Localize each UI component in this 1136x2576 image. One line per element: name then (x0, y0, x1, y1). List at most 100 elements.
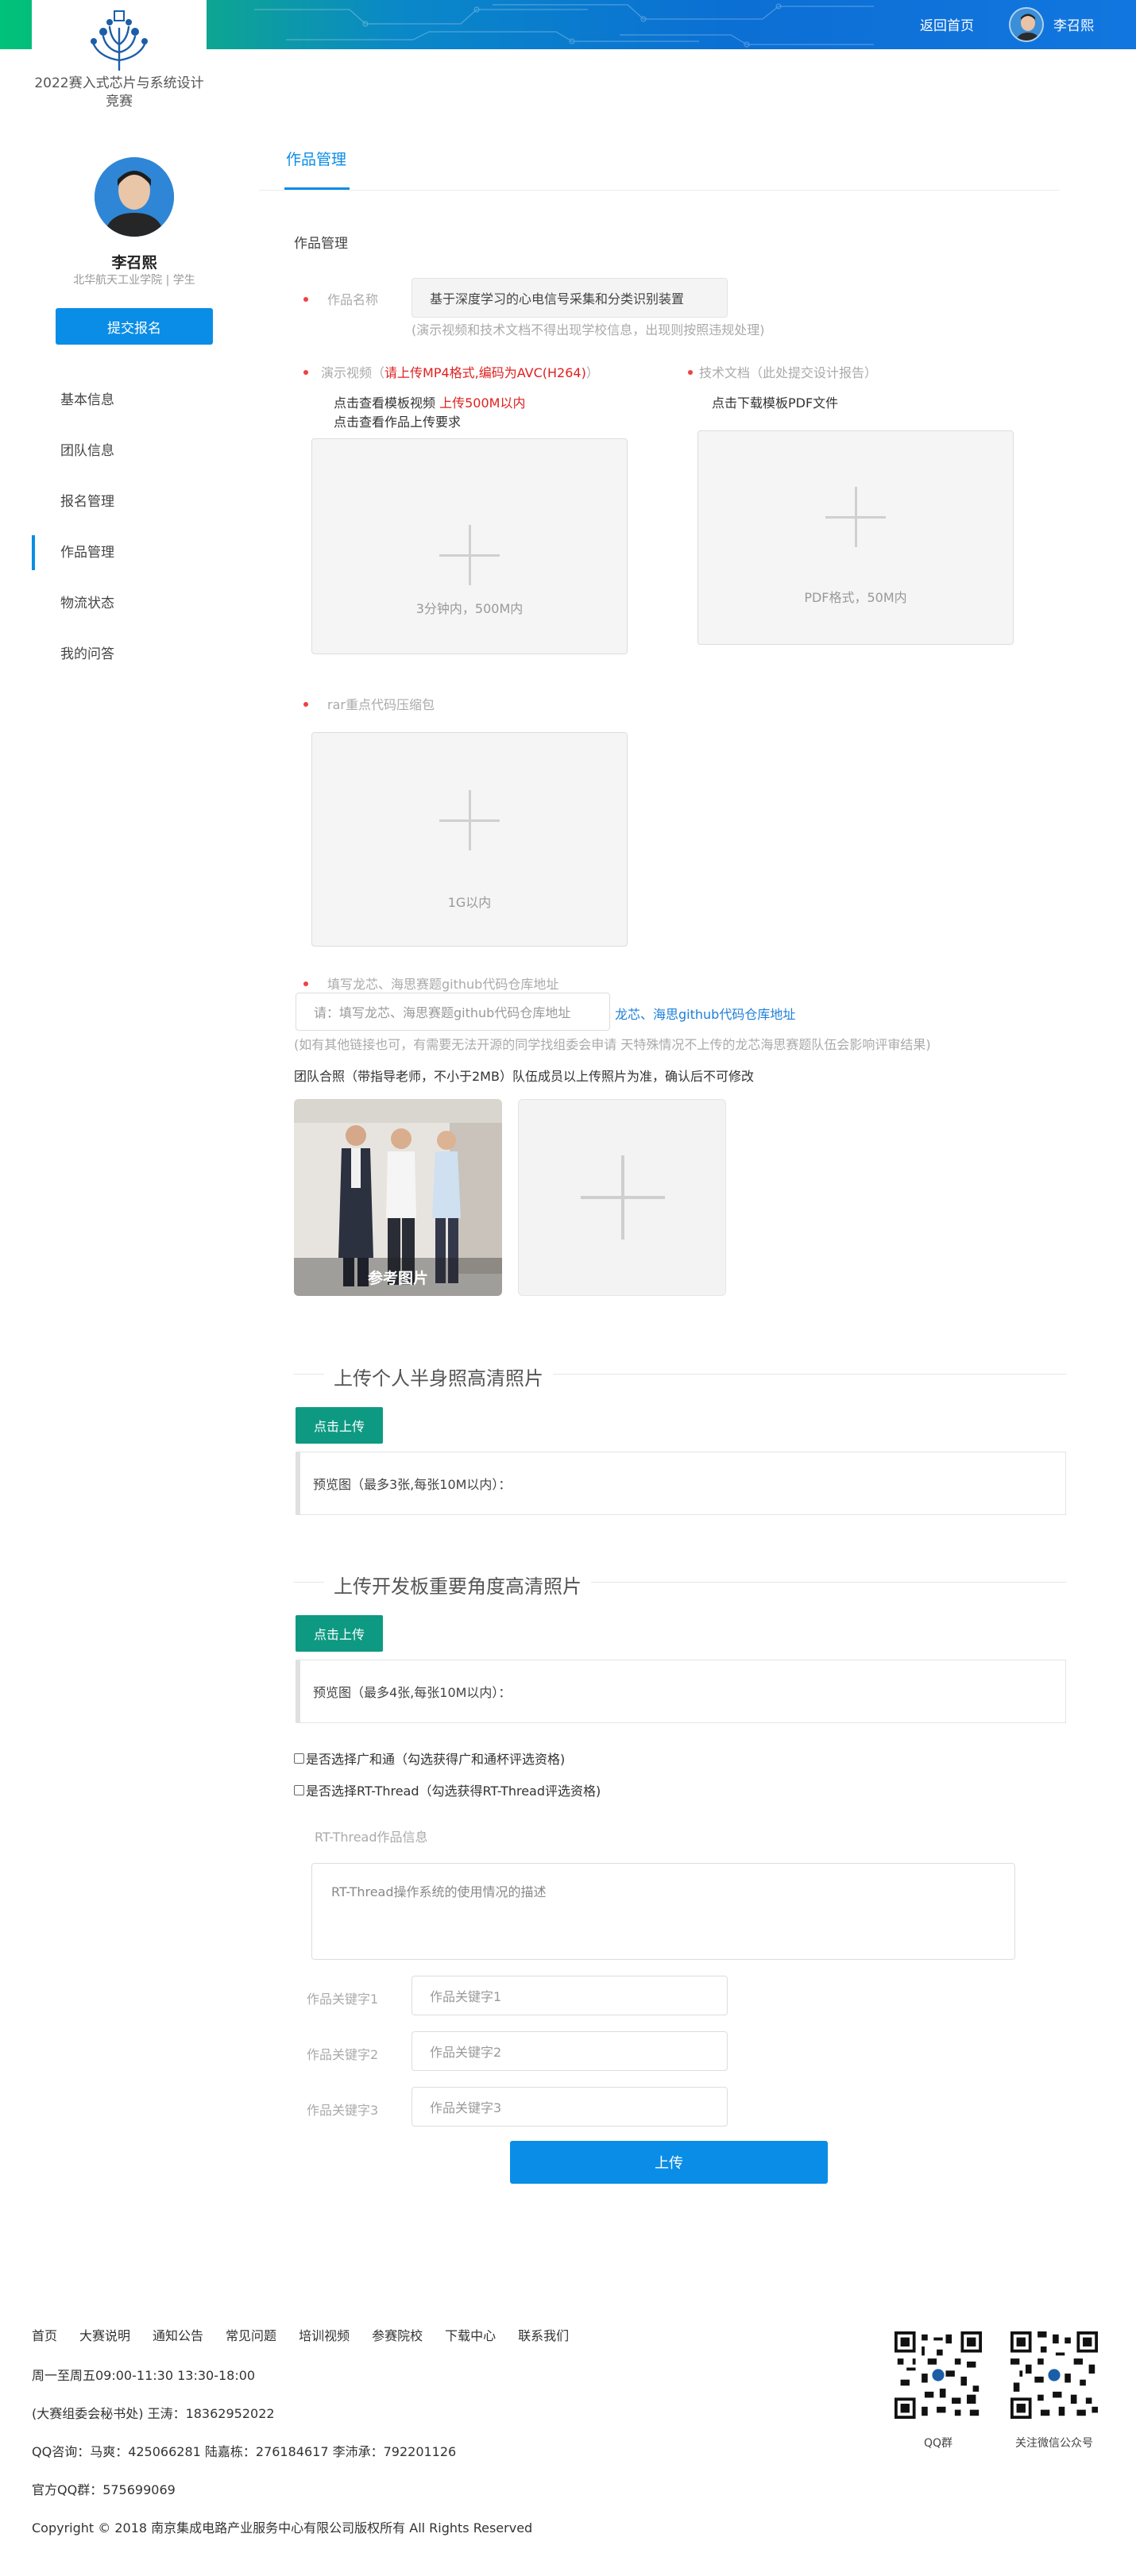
avatar-icon (1010, 9, 1042, 40)
footer-link-home[interactable]: 首页 (32, 2325, 57, 2344)
submit-registration-button[interactable]: 提交报名 (56, 308, 213, 345)
rt-thread-checkbox[interactable] (294, 1784, 304, 1795)
sidebar-item-label: 作品管理 (60, 545, 114, 561)
section-title: 作品管理 (294, 236, 348, 252)
competition-logo[interactable]: 2022赛入式芯片与系统设计竞赛 (32, 0, 207, 119)
doc-upload-box[interactable]: PDF格式，50M内 (697, 430, 1014, 645)
sidebar-item-my-qa[interactable]: 我的问答 (32, 637, 238, 688)
half-body-title: 上传个人半身照高清照片 (324, 1363, 553, 1390)
plus-icon (581, 1155, 665, 1240)
user-photo-icon (95, 157, 174, 237)
video-format-requirement: 请上传MP4格式,编码为AVC(H264) (384, 365, 586, 380)
footer-hours: 周一至周五09:00-11:30 13:30-18:00 (32, 2368, 256, 2383)
fibocom-checkbox-label: 是否选择广和通（勾选获得广和通杯评选资格) (306, 1752, 566, 1767)
header-user-name[interactable]: 李召熙 (1053, 14, 1094, 34)
fibocom-checkbox[interactable] (294, 1753, 304, 1764)
required-marker (688, 370, 693, 375)
keyword-1-input[interactable]: 作品关键字1 (412, 1976, 728, 2015)
sidebar-item-label: 团队信息 (60, 443, 114, 459)
github-label: 填写龙芯、海思赛题github代码仓库地址 (327, 977, 559, 992)
tab-works[interactable]: 作品管理 (286, 148, 346, 169)
circuit-decoration (254, 3, 874, 48)
sidebar-item-registration[interactable]: 报名管理 (32, 484, 238, 535)
footer-link-contact[interactable]: 联系我们 (518, 2325, 569, 2344)
plus-icon (825, 487, 886, 547)
view-template-video-link[interactable]: 点击查看模板视频 (334, 395, 439, 411)
footer-link-training[interactable]: 培训视频 (299, 2325, 350, 2344)
upload-half-body-button[interactable]: 点击上传 (296, 1407, 383, 1444)
footer-qq-group: 官方QQ群：575699069 (32, 2482, 176, 2497)
plus-icon (439, 790, 500, 850)
home-link[interactable]: 返回首页 (920, 14, 974, 34)
sidebar-item-label: 物流状态 (60, 596, 114, 611)
wechat-qr-caption: 关注微信公众号 (1015, 2437, 1093, 2450)
half-body-preview: 预览图（最多3张,每张10M以内）： (296, 1452, 1066, 1515)
header-avatar[interactable] (1009, 7, 1044, 42)
reference-photo[interactable]: 参考图片 (294, 1099, 502, 1296)
rt-thread-checkbox-label: 是否选择RT-Thread（勾选获得RT-Thread评选资格) (306, 1784, 601, 1799)
footer-link-about[interactable]: 大赛说明 (79, 2325, 130, 2344)
team-photo-upload-box[interactable] (518, 1099, 726, 1296)
footer-qq-consult: QQ咨询：马爽：425066281 陆嘉栋：276184617 李沛承：7922… (32, 2444, 457, 2459)
board-preview: 预览图（最多4张,每张10M以内）： (296, 1660, 1066, 1723)
rt-thread-description-textarea[interactable]: RT-Thread操作系统的使用情况的描述 (311, 1863, 1015, 1960)
fibocom-checkbox-row[interactable]: 是否选择广和通（勾选获得广和通杯评选资格) (294, 1749, 565, 1768)
work-name-hint: (演示视频和技术文档不得出现学校信息，出现则按照违规处理) (412, 322, 765, 337)
github-url-input[interactable]: 请：填写龙芯、海思赛题github代码仓库地址 (296, 993, 610, 1031)
view-upload-requirements-link[interactable]: 点击查看作品上传要求 (334, 411, 461, 430)
github-repo-link[interactable]: 龙芯、海思github代码仓库地址 (615, 1004, 795, 1023)
board-section-heading: 上传开发板重要角度高清照片 (294, 1566, 1066, 1598)
profile-school: 北华航天工业学院 | 学生 (73, 274, 195, 287)
team-photo-label: 团队合照（带指导老师，不小于2MB）队伍成员以上传照片为准，确认后不可修改 (294, 1069, 754, 1084)
rar-upload-caption: 1G以内 (447, 895, 492, 910)
sidebar-item-logistics[interactable]: 物流状态 (32, 586, 238, 637)
keyword-1-label: 作品关键字1 (307, 1992, 379, 2007)
footer-link-notices[interactable]: 通知公告 (153, 2325, 203, 2344)
doc-label: 技术文档（此处提交设计报告） (699, 365, 878, 380)
tab-divider (259, 190, 1060, 191)
video-upload-box[interactable]: 3分钟内，500M内 (311, 438, 628, 654)
sidebar-item-team-info[interactable]: 团队信息 (32, 434, 238, 484)
video-size-limit: 上传500M以内 (439, 395, 526, 411)
required-marker (303, 981, 308, 986)
upload-board-button[interactable]: 点击上传 (296, 1615, 383, 1652)
plus-icon (439, 525, 500, 585)
keyword-2-label: 作品关键字2 (307, 2047, 379, 2062)
half-body-section-heading: 上传个人半身照高清照片 (294, 1358, 1066, 1390)
footer-nav: 首页 大赛说明 通知公告 常见问题 培训视频 参赛院校 下载中心 联系我们 (32, 2325, 591, 2344)
keyword-2-input[interactable]: 作品关键字2 (412, 2031, 728, 2071)
qq-group-qr-caption: QQ群 (923, 2437, 953, 2450)
upload-submit-button[interactable]: 上传 (510, 2141, 828, 2184)
required-marker (303, 702, 308, 707)
work-name-label: 作品名称 (327, 292, 379, 307)
doc-upload-caption: PDF格式，50M内 (804, 590, 907, 605)
footer-link-faq[interactable]: 常见问题 (226, 2325, 276, 2344)
rar-label: rar重点代码压缩包 (327, 697, 435, 712)
footer-link-downloads[interactable]: 下载中心 (445, 2325, 496, 2344)
video-label-prefix: 演示视频（ (321, 365, 385, 380)
footer-link-schools[interactable]: 参赛院校 (372, 2325, 423, 2344)
chip-tree-logo-icon (91, 10, 148, 71)
github-hint: (如有其他链接也可，有需要无法开源的同学找组委会申请 天特殊情况不上传的龙芯海思… (294, 1037, 931, 1052)
work-name-input[interactable]: 基于深度学习的心电信号采集和分类识别装置 (412, 278, 728, 318)
keyword-3-label: 作品关键字3 (307, 2103, 379, 2118)
video-upload-caption: 3分钟内，500M内 (415, 601, 524, 616)
rt-thread-checkbox-row[interactable]: 是否选择RT-Thread（勾选获得RT-Thread评选资格) (294, 1780, 601, 1799)
rar-upload-box[interactable]: 1G以内 (311, 732, 628, 947)
footer-secretary: (大赛组委会秘书处) 王涛：18362952022 (32, 2406, 275, 2421)
rt-thread-info-label: RT-Thread作品信息 (315, 1830, 428, 1845)
sidebar-item-label: 报名管理 (60, 494, 114, 510)
footer-copyright: Copyright © 2018 南京集成电路产业服务中心有限公司版权所有 Al… (32, 2520, 533, 2536)
download-template-pdf-link[interactable]: 点击下载模板PDF文件 (712, 392, 838, 411)
sidebar-item-label: 基本信息 (60, 392, 114, 408)
profile-name: 李召熙 (111, 254, 157, 272)
profile-avatar (95, 157, 174, 237)
required-marker (303, 297, 308, 302)
logo-title: 2022赛入式芯片与系统设计竞赛 (34, 75, 204, 110)
keyword-3-input[interactable]: 作品关键字3 (412, 2087, 728, 2127)
sidebar-item-works[interactable]: 作品管理 (32, 535, 238, 586)
reference-photo-caption: 参考图片 (367, 1270, 428, 1287)
qq-group-qr-icon (895, 2331, 982, 2419)
sidebar-item-basic-info[interactable]: 基本信息 (32, 383, 238, 434)
sidebar-item-label: 我的问答 (60, 646, 114, 662)
